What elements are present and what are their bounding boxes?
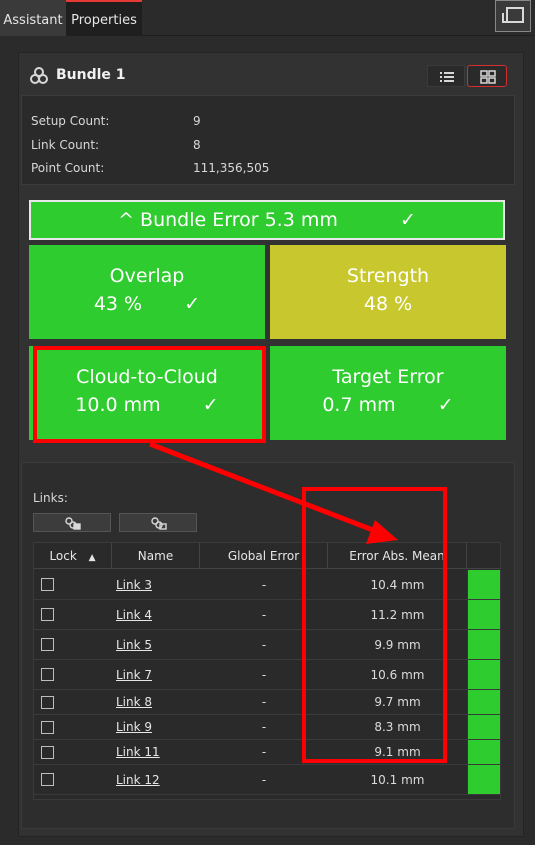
unlock-icon (151, 517, 167, 530)
link-name[interactable]: Link 3 (112, 570, 200, 599)
column-lock[interactable]: Lock ▲ (34, 543, 112, 569)
lock-checkbox[interactable] (40, 720, 54, 734)
counts-box: Setup Count: 9 Link Count: 8 Point Count… (21, 95, 515, 185)
table-row[interactable]: Link 12 - 10.1 mm (34, 765, 500, 795)
window-icon-back (502, 13, 512, 23)
bundle-panel: Bundle 1 Setup Count: 9 Link Count: 8 Po… (18, 52, 524, 837)
sort-asc-icon: ▲ (88, 553, 96, 563)
status-indicator (467, 715, 500, 739)
lock-checkbox[interactable] (40, 578, 54, 591)
list-view-icon (440, 72, 454, 82)
column-status (467, 543, 500, 569)
lock-cell (37, 690, 57, 714)
link-name[interactable]: Link 8 (112, 690, 200, 714)
lock-all-button[interactable] (33, 513, 111, 532)
link-name[interactable]: Link 12 (112, 765, 200, 794)
global-error-cell: - (261, 772, 267, 787)
setup-count-label: Setup Count: (31, 114, 110, 128)
link-name[interactable]: Link 5 (112, 630, 200, 659)
target-error-value: 0.7 mm (322, 394, 396, 416)
lock-checkbox[interactable] (40, 745, 54, 759)
column-global-error-label: Global Error (227, 549, 300, 563)
bundle-error-label: ^ Bundle Error 5.3 mm (118, 209, 338, 231)
tab-properties[interactable]: Properties (66, 0, 142, 36)
link-name[interactable]: Link 11 (112, 740, 200, 764)
link-name[interactable]: Link 7 (112, 660, 200, 689)
tab-assistant[interactable]: Assistant (0, 0, 66, 36)
grid-view-icon (480, 70, 496, 84)
overlap-value-row: 43 % ✓ (29, 293, 265, 315)
status-indicator (467, 765, 500, 794)
strength-tile[interactable]: Strength 48 % (270, 245, 506, 339)
lock-cell (37, 630, 57, 659)
lock-checkbox[interactable] (40, 668, 54, 681)
lock-checkbox[interactable] (40, 695, 54, 709)
lock-cell (37, 765, 57, 794)
link-count-label: Link Count: (31, 138, 100, 152)
overlap-tile[interactable]: Overlap 43 % ✓ (29, 245, 265, 339)
lock-checkbox[interactable] (40, 608, 54, 621)
check-icon: ✓ (399, 209, 416, 231)
strength-value: 48 % (363, 293, 413, 315)
status-indicator (467, 600, 500, 629)
point-count-label: Point Count: (31, 161, 105, 175)
lock-checkbox[interactable] (40, 773, 54, 786)
lock-checkbox[interactable] (40, 638, 54, 651)
point-count-row: Point Count: 111,356,505 (22, 161, 516, 179)
status-indicator (467, 660, 500, 689)
target-error-tile[interactable]: Target Error 0.7 mm ✓ (270, 346, 506, 440)
setup-count-row: Setup Count: 9 (22, 114, 516, 132)
overlap-title: Overlap (109, 265, 185, 287)
setup-count-value: 9 (193, 114, 201, 128)
link-name[interactable]: Link 4 (112, 600, 200, 629)
link-name[interactable]: Link 9 (112, 715, 200, 739)
bundle-icon (30, 67, 48, 84)
column-lock-label: Lock (49, 549, 77, 563)
lock-cell (37, 715, 57, 739)
link-count-row: Link Count: 8 (22, 138, 516, 156)
tab-bar: Assistant Properties (0, 0, 535, 36)
status-indicator (467, 740, 500, 764)
view-toggle (427, 65, 507, 87)
column-name[interactable]: Name (112, 543, 200, 569)
point-count-value: 111,356,505 (193, 161, 270, 175)
status-indicator (467, 630, 500, 659)
link-count-value: 8 (193, 138, 201, 152)
strength-value-row: 48 % (270, 293, 506, 315)
column-name-label: Name (137, 549, 174, 563)
status-indicator (467, 690, 500, 714)
lock-icon (65, 517, 81, 530)
strength-title: Strength (346, 265, 430, 287)
target-error-value-row: 0.7 mm ✓ (270, 394, 506, 416)
list-view-button[interactable] (427, 65, 465, 87)
cloud-to-cloud-highlight (33, 346, 266, 443)
target-error-title: Target Error (332, 366, 444, 388)
window-toggle-button[interactable] (495, 0, 531, 32)
overlap-value: 43 % (93, 293, 143, 315)
lock-cell (37, 600, 57, 629)
check-icon: ✓ (437, 394, 454, 416)
lock-cell (37, 660, 57, 689)
bundle-title: Bundle 1 (56, 67, 126, 83)
lock-cell (37, 740, 57, 764)
bundle-error-bar[interactable]: ^ Bundle Error 5.3 mm ✓ (29, 200, 505, 240)
panel-header: Bundle 1 (19, 53, 523, 93)
status-indicator (467, 570, 500, 599)
unlock-all-button[interactable] (119, 513, 197, 532)
check-icon: ✓ (184, 293, 201, 315)
error-abs-mean-cell: 10.1 mm (370, 772, 425, 787)
error-abs-mean-highlight (302, 487, 447, 763)
links-label: Links: (33, 491, 68, 505)
lock-cell (37, 570, 57, 599)
grid-view-button[interactable] (467, 65, 507, 87)
